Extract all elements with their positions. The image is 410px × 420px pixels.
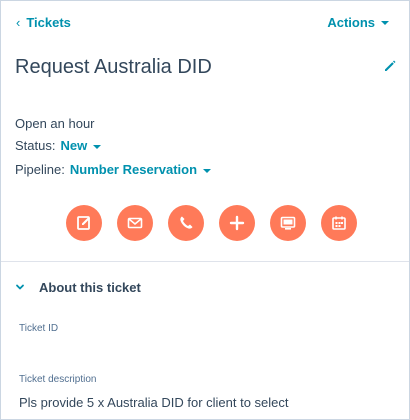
about-ticket-section-toggle[interactable]: About this ticket: [15, 278, 141, 296]
create-note-button[interactable]: [66, 205, 102, 241]
pipeline-label: Pipeline:: [15, 162, 65, 177]
ticket-description-label: Ticket description: [19, 374, 97, 385]
caret-down-icon: [93, 144, 102, 149]
status-value: New: [60, 138, 88, 153]
plus-icon: [229, 215, 245, 231]
add-button[interactable]: [219, 205, 255, 241]
status-label: Status:: [15, 138, 56, 153]
send-email-button[interactable]: [117, 205, 153, 241]
open-duration: Open an hour: [15, 116, 95, 131]
caret-down-icon: [203, 168, 212, 173]
ticket-id-label: Ticket ID: [19, 323, 59, 334]
schedule-meeting-button[interactable]: [321, 205, 357, 241]
open-duration-text: Open an hour: [15, 116, 95, 131]
ticket-description-value[interactable]: Pls provide 5 x Australia DID for client…: [19, 395, 289, 410]
make-call-button[interactable]: [168, 205, 204, 241]
log-activity-button[interactable]: [270, 205, 306, 241]
ticket-sidebar-panel: ‹ Tickets Actions Request Australia DID …: [0, 0, 410, 420]
phone-icon: [180, 216, 193, 229]
log-activity-icon: [280, 216, 296, 230]
chevron-left-icon: ‹: [16, 14, 21, 30]
status-row: Status: New: [15, 138, 102, 153]
section-divider: [1, 261, 409, 262]
back-to-tickets-link[interactable]: ‹ Tickets: [16, 13, 71, 31]
actions-dropdown[interactable]: Actions: [327, 13, 389, 31]
ticket-title: Request Australia DID: [15, 56, 212, 78]
chevron-down-icon: [16, 284, 24, 290]
meeting-calendar-icon: [332, 216, 346, 230]
about-ticket-title: About this ticket: [39, 279, 141, 295]
actions-label: Actions: [327, 14, 375, 30]
caret-down-icon: [381, 21, 389, 25]
pipeline-dropdown[interactable]: Number Reservation: [69, 162, 212, 177]
pipeline-row: Pipeline: Number Reservation: [15, 162, 212, 177]
ticket-header: ‹ Tickets Actions Request Australia DID …: [1, 1, 409, 261]
pipeline-value: Number Reservation: [69, 162, 198, 177]
back-link-label: Tickets: [26, 14, 71, 30]
email-icon: [127, 217, 143, 229]
edit-pencil-icon[interactable]: [383, 59, 397, 73]
note-icon: [77, 216, 90, 230]
activity-action-buttons: [66, 205, 357, 241]
status-dropdown[interactable]: New: [60, 138, 102, 153]
